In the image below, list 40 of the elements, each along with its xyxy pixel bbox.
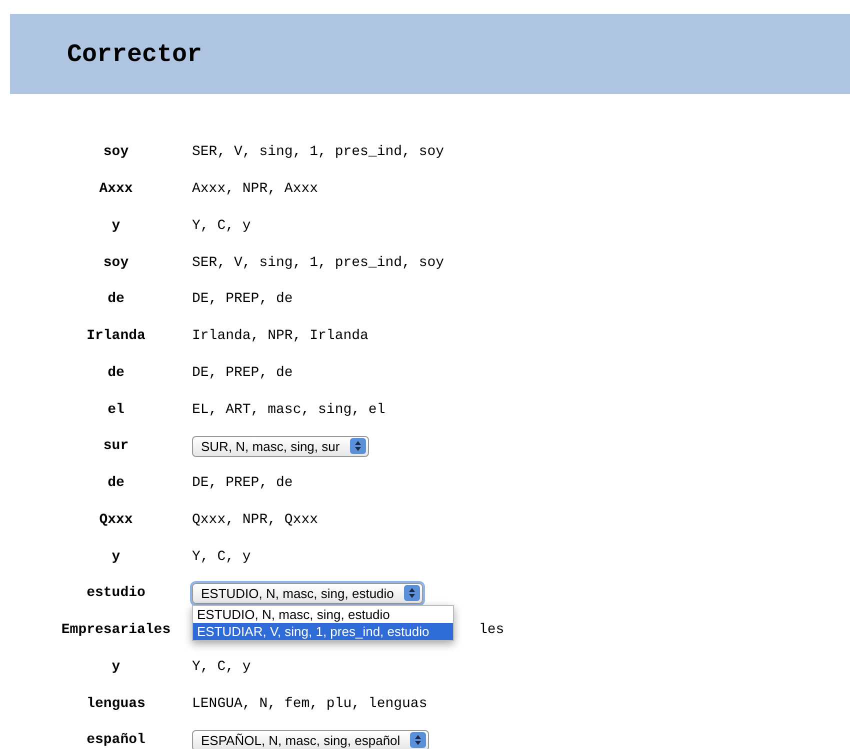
word-label: de — [106, 475, 126, 492]
word-label: de — [106, 291, 126, 308]
analysis-text: LENGUA, N, fem, plu, lenguas — [192, 696, 428, 712]
stepper-icon — [404, 585, 420, 602]
analysis-text: Axxx, NPR, Axxx — [192, 181, 318, 198]
analysis-text: SER, V, sing, 1, pres_ind, soy — [192, 144, 444, 160]
analysis-text: SER, V, sing, 1, pres_ind, soy — [192, 254, 444, 271]
analysis-text: DE, PREP, de — [192, 291, 293, 308]
dropdown-option[interactable]: ESTUDIO, N, masc, sing, estudio — [193, 606, 454, 623]
word-label: Qxxx — [98, 512, 134, 528]
word-label: soy — [102, 254, 130, 271]
analysis-text: Y, C, y — [192, 548, 251, 565]
word-label: Irlanda — [86, 328, 146, 344]
word-label: el — [106, 402, 126, 418]
analysis-text: Y, C, y — [192, 658, 251, 675]
page-title: Corrector — [67, 40, 202, 68]
word-label: Empresariales — [60, 622, 172, 638]
analysis-text: les — [479, 622, 504, 638]
word-label: y — [110, 218, 122, 234]
word-label: español — [86, 732, 146, 748]
analysis-text: EL, ART, masc, sing, el — [192, 402, 386, 418]
analysis-dropdown[interactable]: ESTUDIO, N, masc, sing, estudio — [192, 582, 423, 604]
word-label: lenguas — [86, 696, 146, 712]
analysis-text: Irlanda, NPR, Irlanda — [192, 328, 368, 344]
word-label: de — [106, 364, 126, 381]
word-label: sur — [102, 438, 130, 454]
word-label: soy — [102, 144, 130, 160]
analysis-text: DE, PREP, de — [192, 364, 293, 381]
stepper-icon — [350, 438, 366, 454]
word-label: y — [110, 548, 122, 565]
stepper-icon — [410, 732, 426, 748]
word-label: y — [110, 658, 122, 675]
analysis-dropdown[interactable]: SUR, N, masc, sing, sur — [192, 436, 369, 457]
word-label: Axxx — [98, 181, 134, 198]
analysis-text: DE, PREP, de — [192, 475, 293, 492]
analysis-dropdown[interactable]: ESPAÑOL, N, masc, sing, español — [192, 730, 430, 749]
word-label: estudio — [86, 585, 146, 602]
analysis-text: Y, C, y — [192, 218, 251, 234]
analysis-text: Qxxx, NPR, Qxxx — [192, 512, 318, 528]
dropdown-option[interactable]: ESTUDIAR, V, sing, 1, pres_ind, estudio — [193, 622, 454, 640]
